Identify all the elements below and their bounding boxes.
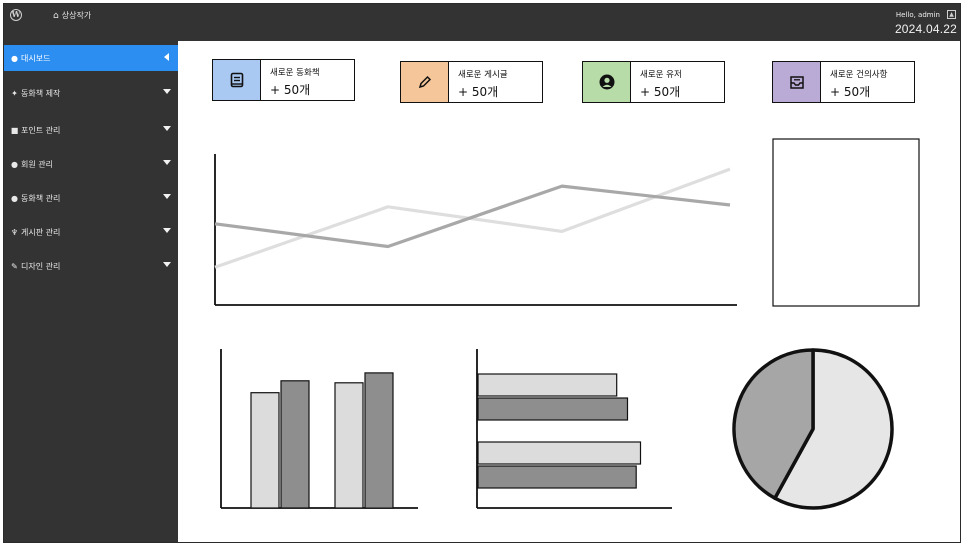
vertical-bar-chart xyxy=(220,349,418,509)
bar xyxy=(334,382,364,509)
bar xyxy=(280,380,310,509)
empty-panel xyxy=(772,138,920,307)
bar xyxy=(250,392,280,509)
bar xyxy=(477,441,642,465)
bar xyxy=(477,373,618,397)
charts-svg xyxy=(214,138,920,510)
line-chart xyxy=(214,154,737,306)
horizontal-bar-chart xyxy=(476,349,672,509)
bar xyxy=(364,372,394,509)
app-window: W ⌂ 상상작가 Hello, admin ▲ 2024.04.22 ● 대시보… xyxy=(3,3,961,543)
bar xyxy=(477,465,637,489)
pie-chart xyxy=(732,348,894,510)
bar xyxy=(477,397,629,421)
line-series-2 xyxy=(214,184,731,249)
